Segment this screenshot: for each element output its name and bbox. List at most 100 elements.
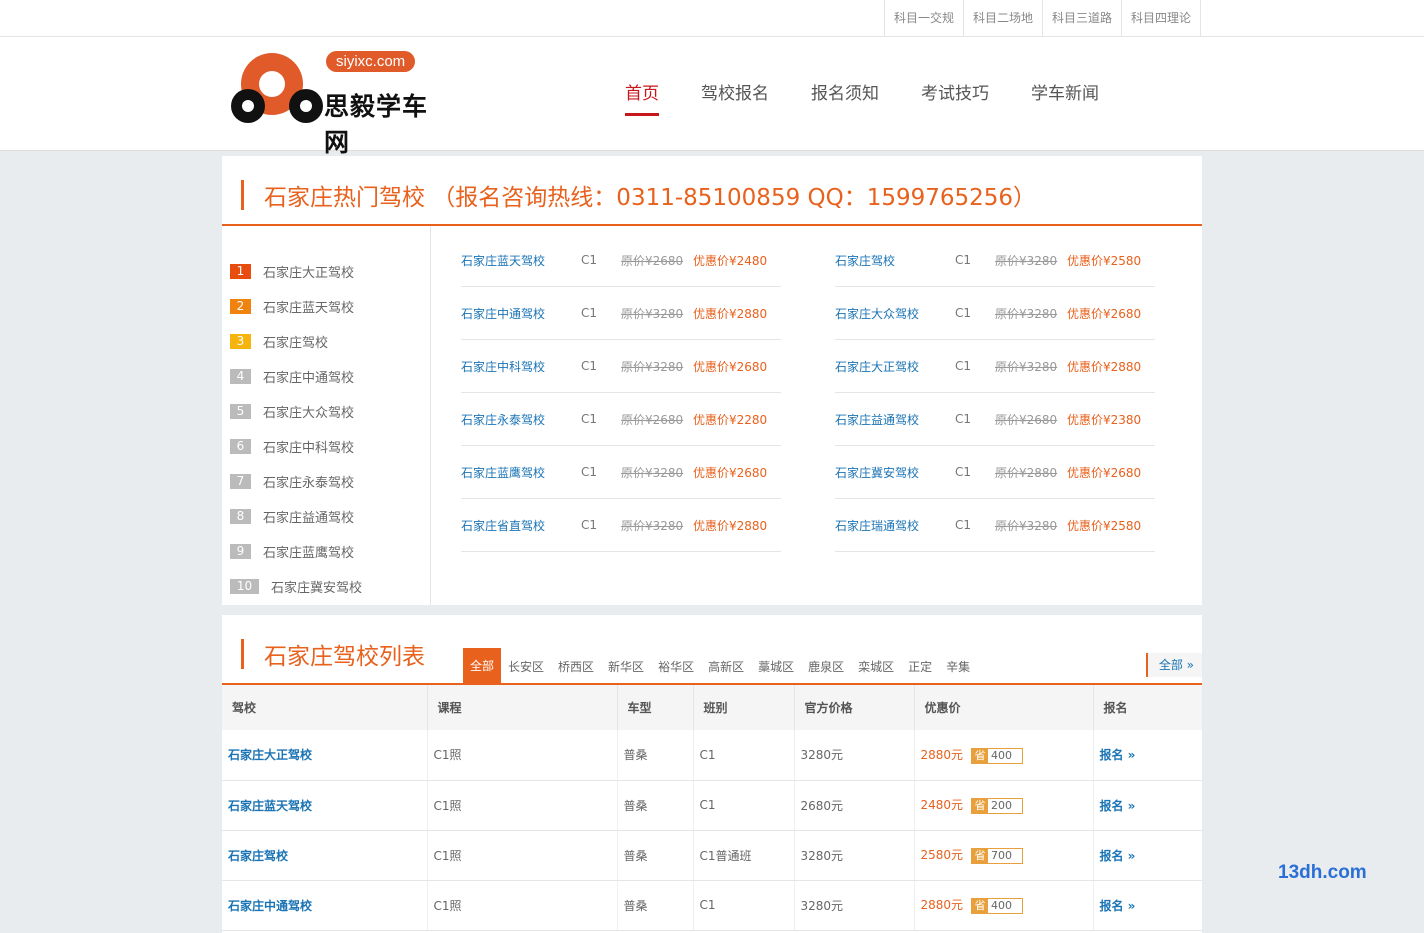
rank-school-name[interactable]: 石家庄大正驾校 xyxy=(263,262,354,281)
top-link[interactable]: 科目二场地 xyxy=(964,0,1043,37)
sign-up-link[interactable]: 报名 » xyxy=(1093,780,1202,831)
offer-school-link[interactable]: 石家庄中通驾校 xyxy=(461,305,581,322)
rank-school-name[interactable]: 石家庄驾校 xyxy=(263,332,328,351)
rank-school-name[interactable]: 石家庄中科驾校 xyxy=(263,437,354,456)
savings-badge: 省 200 xyxy=(971,797,1024,814)
district-filter-tab[interactable]: 全部 xyxy=(463,648,502,685)
official-price-cell: 2680元 xyxy=(794,780,915,831)
rank-school-name[interactable]: 石家庄永泰驾校 xyxy=(263,472,354,491)
offer-item: 石家庄益通驾校 C1 原价¥2680 优惠价¥2380 xyxy=(835,393,1155,446)
offer-discount-price: 优惠价¥2880 xyxy=(693,306,768,321)
rank-number: 3 xyxy=(230,334,251,349)
all-districts-button[interactable]: 全部 » xyxy=(1145,653,1202,677)
offer-item: 石家庄蓝天驾校 C1 原价¥2680 优惠价¥2480 xyxy=(461,234,781,287)
offer-school-link[interactable]: 石家庄瑞通驾校 xyxy=(835,517,955,534)
column-header: 车型 xyxy=(617,685,694,730)
savings-badge: 省 400 xyxy=(971,747,1024,764)
offer-school-link[interactable]: 石家庄中科驾校 xyxy=(461,358,581,375)
class-cell: C1 xyxy=(693,730,795,781)
offer-school-link[interactable]: 石家庄大正驾校 xyxy=(835,358,955,375)
ranking-item[interactable]: 9 石家庄蓝鹰驾校 xyxy=(222,534,430,569)
nav-item[interactable]: 考试技巧 xyxy=(921,37,989,151)
ranking-item[interactable]: 1 石家庄大正驾校 xyxy=(222,254,430,289)
nav-item[interactable]: 首页 xyxy=(625,37,659,151)
offer-original-price: 原价¥2680 xyxy=(995,412,1058,427)
offer-school-link[interactable]: 石家庄永泰驾校 xyxy=(461,411,581,428)
hot-schools-header: 石家庄热门驾校 （报名咨询热线：0311-85100859 QQ：1599765… xyxy=(222,156,1202,226)
top-bar: 科目一交规 科目二场地 科目三道路 科目四理论 xyxy=(0,0,1424,37)
school-link[interactable]: 石家庄大正驾校 xyxy=(222,730,428,781)
school-table: 驾校 课程 车型 班别 官方价格 优惠价 报名 石家庄大正驾校 C1照 普桑 C1 3280元 288… xyxy=(222,685,1202,931)
ranking-item[interactable]: 6 石家庄中科驾校 xyxy=(222,429,430,464)
offer-item: 石家庄省直驾校 C1 原价¥3280 优惠价¥2880 xyxy=(461,499,781,552)
tyre-icon xyxy=(231,89,265,123)
offer-school-link[interactable]: 石家庄大众驾校 xyxy=(835,305,955,322)
district-filter-tab[interactable]: 桥西区 xyxy=(558,658,594,675)
school-link[interactable]: 石家庄驾校 xyxy=(222,830,428,881)
nav-item[interactable]: 驾校报名 xyxy=(701,37,769,151)
ranking-item[interactable]: 3 石家庄驾校 xyxy=(222,324,430,359)
rank-school-name[interactable]: 石家庄蓝天驾校 xyxy=(263,297,354,316)
nav-item[interactable]: 报名须知 xyxy=(811,37,879,151)
ranking-item[interactable]: 7 石家庄永泰驾校 xyxy=(222,464,430,499)
sign-up-link[interactable]: 报名 » xyxy=(1093,880,1202,931)
ranking-item[interactable]: 2 石家庄蓝天驾校 xyxy=(222,289,430,324)
discount-price: 2480元 xyxy=(920,798,964,813)
rank-number: 2 xyxy=(230,299,251,314)
offer-item: 石家庄大正驾校 C1 原价¥3280 优惠价¥2880 xyxy=(835,340,1155,393)
school-link[interactable]: 石家庄中通驾校 xyxy=(222,880,428,931)
offer-discount-price: 优惠价¥2680 xyxy=(1067,306,1142,321)
course-cell: C1照 xyxy=(427,830,618,881)
offer-class: C1 xyxy=(581,465,598,479)
offer-discount-price: 优惠价¥2280 xyxy=(693,412,768,427)
offer-school-link[interactable]: 石家庄省直驾校 xyxy=(461,517,581,534)
top-link[interactable]: 科目三道路 xyxy=(1043,0,1122,37)
offer-school-link[interactable]: 石家庄蓝天驾校 xyxy=(461,252,581,269)
ranking-item[interactable]: 10 石家庄冀安驾校 xyxy=(222,569,430,604)
offer-school-link[interactable]: 石家庄驾校 xyxy=(835,252,955,269)
district-filter-tab[interactable]: 裕华区 xyxy=(658,658,694,675)
rank-number: 5 xyxy=(230,404,251,419)
rank-school-name[interactable]: 石家庄蓝鹰驾校 xyxy=(263,542,354,561)
offer-class: C1 xyxy=(955,359,972,373)
district-filter-tab[interactable]: 鹿泉区 xyxy=(808,658,844,675)
ranking-item[interactable]: 8 石家庄益通驾校 xyxy=(222,499,430,534)
table-row: 石家庄蓝天驾校 C1照 普桑 C1 2680元 2480元省 200 报名 » xyxy=(222,780,1202,831)
offer-class: C1 xyxy=(581,518,598,532)
tyre-icon xyxy=(289,89,323,123)
offer-class: C1 xyxy=(955,518,972,532)
district-filter-tab[interactable]: 高新区 xyxy=(708,658,744,675)
sign-up-link[interactable]: 报名 » xyxy=(1093,830,1202,881)
table-row: 石家庄中通驾校 C1照 普桑 C1 3280元 2880元省 400 报名 » xyxy=(222,880,1202,931)
offer-school-link[interactable]: 石家庄蓝鹰驾校 xyxy=(461,464,581,481)
offer-original-price: 原价¥2680 xyxy=(621,253,684,268)
site-header: siyixc.com 思毅学车网 首页 驾校报名 报名须知 考试技巧 学车新闻 xyxy=(0,37,1424,157)
nav-item[interactable]: 学车新闻 xyxy=(1031,37,1099,151)
district-filter-tab[interactable]: 长安区 xyxy=(508,658,544,675)
top-link[interactable]: 科目四理论 xyxy=(1122,0,1201,37)
offers-grid: 石家庄蓝天驾校 C1 原价¥2680 优惠价¥2480 石家庄驾校 C1 原价¥3280 优惠… xyxy=(461,234,1155,552)
district-filter-tab[interactable]: 正定 xyxy=(908,658,932,675)
offer-class: C1 xyxy=(581,253,598,267)
sign-up-link[interactable]: 报名 » xyxy=(1093,730,1202,781)
school-link[interactable]: 石家庄蓝天驾校 xyxy=(222,780,428,831)
rank-school-name[interactable]: 石家庄益通驾校 xyxy=(263,507,354,526)
ranking-item[interactable]: 4 石家庄中通驾校 xyxy=(222,359,430,394)
offer-school-link[interactable]: 石家庄冀安驾校 xyxy=(835,464,955,481)
district-filter-tab[interactable]: 辛集 xyxy=(946,658,970,675)
district-filter-tab[interactable]: 栾城区 xyxy=(858,658,894,675)
rank-school-name[interactable]: 石家庄大众驾校 xyxy=(263,402,354,421)
rank-school-name[interactable]: 石家庄中通驾校 xyxy=(263,367,354,386)
school-list-title: 石家庄驾校列表 xyxy=(264,644,425,670)
official-price-cell: 3280元 xyxy=(794,830,915,881)
ranking-item[interactable]: 5 石家庄大众驾校 xyxy=(222,394,430,429)
district-filter-tab[interactable]: 新华区 xyxy=(608,658,644,675)
class-cell: C1 xyxy=(693,780,795,831)
discount-cell: 2480元省 200 xyxy=(914,780,1094,831)
column-header: 报名 xyxy=(1093,685,1202,730)
top-link[interactable]: 科目一交规 xyxy=(885,0,964,37)
district-filter-tab[interactable]: 藁城区 xyxy=(758,658,794,675)
site-logo[interactable]: siyixc.com 思毅学车网 xyxy=(231,51,451,157)
rank-school-name[interactable]: 石家庄冀安驾校 xyxy=(271,577,362,596)
offer-school-link[interactable]: 石家庄益通驾校 xyxy=(835,411,955,428)
